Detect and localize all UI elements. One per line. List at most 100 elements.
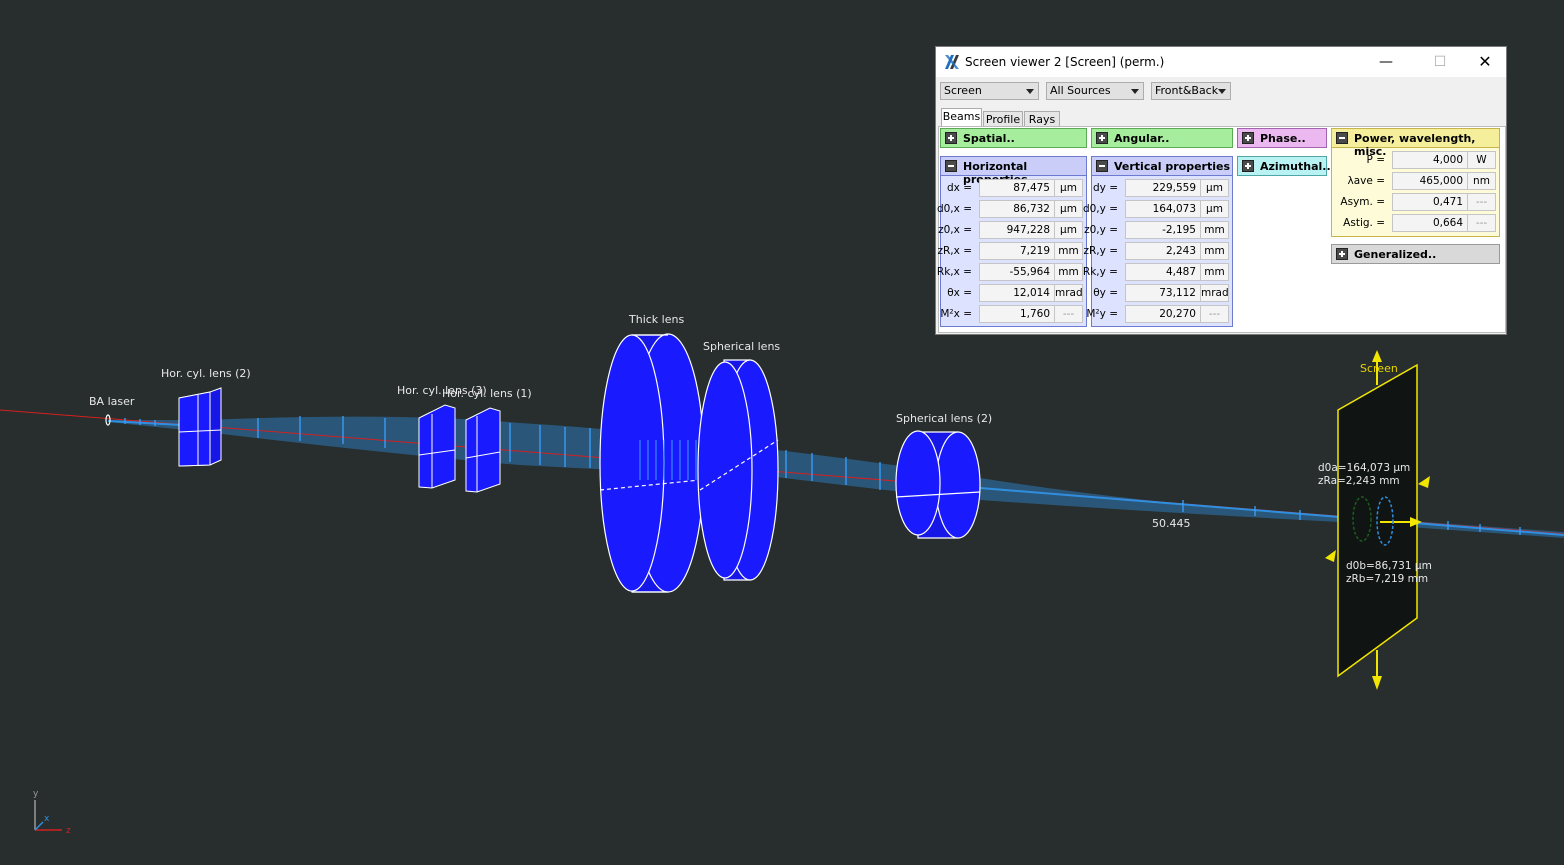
- property-value[interactable]: 465,000: [1392, 172, 1468, 190]
- property-label: d0,x =: [936, 203, 972, 215]
- side-select[interactable]: Front&Back: [1151, 82, 1231, 100]
- property-row: zR,y = 2,243 mm: [1084, 241, 1232, 262]
- property-label: θx =: [947, 287, 972, 299]
- property-unit: ---: [1468, 214, 1496, 232]
- minimize-button[interactable]: —: [1363, 47, 1409, 77]
- property-row: z0,y = -2,195 mm: [1084, 220, 1232, 241]
- phase-section[interactable]: Phase..: [1237, 128, 1327, 148]
- property-row: λave = 465,000 nm: [1332, 171, 1499, 192]
- horizontal-section[interactable]: Horizontal properties: [940, 156, 1087, 186]
- property-row: d0,x = 86,732 µm: [937, 199, 1086, 220]
- axis-x-label: x: [44, 814, 50, 824]
- property-unit: µm: [1201, 179, 1229, 197]
- axis-z-label: z: [66, 826, 71, 836]
- property-unit: mm: [1055, 242, 1083, 260]
- screen-viewer-window: Screen viewer 2 [Screen] (perm.) — ☐ ✕ S…: [935, 46, 1507, 335]
- property-value[interactable]: 2,243: [1125, 242, 1201, 260]
- tab-rays[interactable]: Rays: [1024, 111, 1060, 127]
- chevron-down-icon: [1218, 89, 1226, 94]
- screen-zrb: zRb=7,219 mm: [1346, 573, 1428, 585]
- property-row: Rk,y = 4,487 mm: [1083, 262, 1232, 283]
- hor-cyl-lens-3: [418, 404, 456, 489]
- property-label: z0,y =: [1084, 224, 1118, 236]
- property-label: P =: [1366, 154, 1385, 166]
- target-select[interactable]: Screen: [940, 82, 1039, 100]
- maximize-button[interactable]: ☐: [1417, 47, 1463, 77]
- tab-profile[interactable]: Profile: [983, 111, 1023, 127]
- property-label: zR,y =: [1083, 245, 1119, 257]
- screen-d0b: d0b=86,731 µm: [1346, 560, 1432, 572]
- property-unit: mm: [1201, 242, 1229, 260]
- property-value[interactable]: 7,219: [979, 242, 1055, 260]
- close-button[interactable]: ✕: [1462, 47, 1508, 77]
- expand-icon: [945, 132, 957, 144]
- property-value[interactable]: 86,732: [979, 200, 1055, 218]
- property-value[interactable]: 4,487: [1125, 263, 1201, 281]
- property-unit: ---: [1468, 193, 1496, 211]
- property-value[interactable]: 0,664: [1392, 214, 1468, 232]
- collapse-icon: [1336, 132, 1348, 144]
- property-value[interactable]: -55,964: [979, 263, 1055, 281]
- property-unit: mm: [1201, 263, 1229, 281]
- property-value[interactable]: 12,014: [979, 284, 1055, 302]
- spherical-lens-label: Spherical lens: [703, 340, 780, 353]
- horizontal-properties-box: Horizontal properties dx =87,475µmd0,x =…: [937, 156, 1087, 327]
- property-label: zR,x =: [937, 245, 973, 257]
- ba-laser-label: BA laser: [89, 395, 135, 408]
- property-unit: mm: [1201, 221, 1229, 239]
- spherical-lens-2: [895, 430, 981, 539]
- power-section[interactable]: Power, wavelength, misc.: [1331, 128, 1500, 158]
- property-label: λave =: [1347, 175, 1385, 187]
- property-unit: ---: [1055, 305, 1083, 323]
- property-label: Astig. =: [1343, 217, 1385, 229]
- property-unit: µm: [1055, 179, 1083, 197]
- property-unit: µm: [1055, 200, 1083, 218]
- property-label: Rk,y =: [1082, 266, 1118, 278]
- expand-icon: [1096, 132, 1108, 144]
- screen-d0a: d0a=164,073 µm: [1318, 462, 1410, 474]
- property-unit: µm: [1201, 200, 1229, 218]
- vertical-section[interactable]: Vertical properties: [1091, 156, 1233, 176]
- tab-beams[interactable]: Beams: [941, 108, 982, 127]
- azimuthal-section[interactable]: Azimuthal..: [1237, 156, 1331, 176]
- property-unit: µm: [1055, 221, 1083, 239]
- property-value[interactable]: 164,073: [1125, 200, 1201, 218]
- expand-icon: [1242, 160, 1254, 172]
- spherical-lens-2-label: Spherical lens (2): [896, 412, 992, 425]
- property-value[interactable]: 4,000: [1392, 151, 1468, 169]
- property-value[interactable]: 1,760: [979, 305, 1055, 323]
- property-row: Asym. = 0,471 ---: [1332, 192, 1499, 213]
- angular-section[interactable]: Angular..: [1091, 128, 1233, 148]
- property-label: M²x =: [940, 308, 972, 320]
- property-value[interactable]: 20,270: [1125, 305, 1201, 323]
- power-box: Power, wavelength, misc. P = 4,000 Wλave =…: [1331, 128, 1500, 237]
- hor-cyl-lens-2-label: Hor. cyl. lens (2): [161, 367, 251, 380]
- distance-label: 50.445: [1152, 517, 1191, 530]
- property-row: θy = 73,112 mrad: [1092, 283, 1232, 304]
- screen-element: [1325, 350, 1430, 690]
- hor-cyl-lens-1: [465, 407, 501, 493]
- property-row: M²x = 1,760 ---: [940, 304, 1086, 325]
- chevron-down-icon: [1131, 89, 1139, 94]
- property-value[interactable]: 229,559: [1125, 179, 1201, 197]
- property-label: M²y =: [1086, 308, 1118, 320]
- property-value[interactable]: 0,471: [1392, 193, 1468, 211]
- hor-cyl-lens-2: [178, 387, 222, 467]
- property-unit: W: [1468, 151, 1496, 169]
- property-value[interactable]: 947,228: [979, 221, 1055, 239]
- property-value[interactable]: 73,112: [1125, 284, 1201, 302]
- source-select[interactable]: All Sources: [1046, 82, 1144, 100]
- generalized-section[interactable]: Generalized..: [1331, 244, 1500, 264]
- property-label: θy =: [1093, 287, 1118, 299]
- property-row: θx = 12,014 mrad: [941, 283, 1086, 304]
- spatial-section[interactable]: Spatial..: [940, 128, 1087, 148]
- property-row: M²y = 20,270 ---: [1086, 304, 1232, 325]
- property-value[interactable]: -2,195: [1125, 221, 1201, 239]
- title-bar[interactable]: Screen viewer 2 [Screen] (perm.) — ☐ ✕: [936, 47, 1506, 77]
- hor-cyl-lens-1-label: Hor. cyl. lens (1): [442, 387, 532, 400]
- property-label: z0,x =: [938, 224, 972, 236]
- thick-lens-label: Thick lens: [628, 313, 684, 326]
- axis-y-label: y: [33, 789, 39, 799]
- property-value[interactable]: 87,475: [979, 179, 1055, 197]
- property-row: z0,x = 947,228 µm: [938, 220, 1086, 241]
